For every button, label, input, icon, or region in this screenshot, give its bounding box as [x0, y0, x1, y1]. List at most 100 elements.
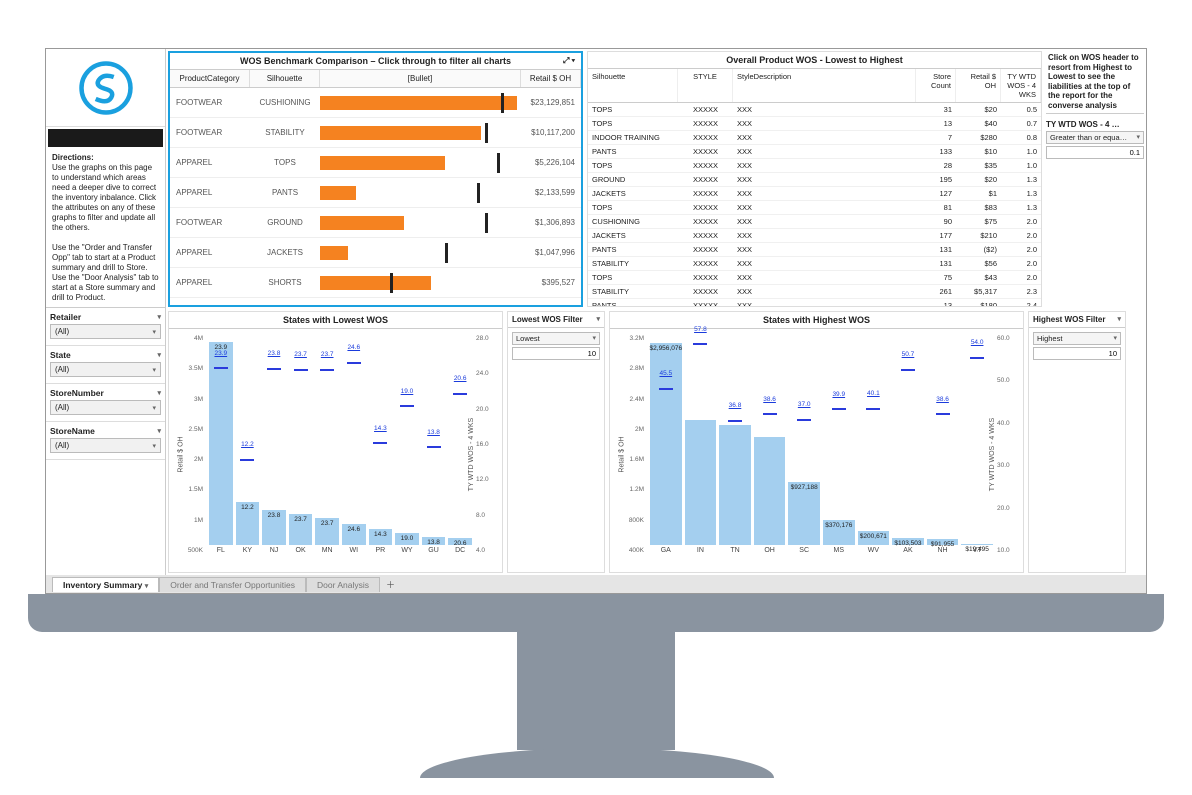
filter-storename-select[interactable]: (All)▾	[50, 438, 161, 453]
sheet-tabs: Inventory Summary ▾ Order and Transfer O…	[46, 575, 1146, 593]
chart-bar[interactable]: 57.8 IN	[685, 335, 717, 554]
filter-retailer: Retailer▾ (All)▾	[46, 308, 165, 346]
low-ylabel-left: Retail $ OH	[178, 436, 185, 472]
benchmark-row[interactable]: APPAREL TOPS $5,226,104	[170, 148, 581, 178]
lowest-filter-input[interactable]	[512, 347, 600, 360]
col-sil[interactable]: Silhouette	[588, 69, 678, 102]
filter-storenumber: StoreNumber ▾ (All)▾	[46, 384, 165, 422]
col-silhouette[interactable]: Silhouette	[250, 70, 320, 87]
directions-text: Directions: Use the graphs on this page …	[46, 149, 165, 308]
table-row[interactable]: PANTS XXXXX XXX 131 ($2) 2.0	[588, 243, 1041, 257]
table-row[interactable]: TOPS XXXXX XXX 13 $40 0.7	[588, 117, 1041, 131]
high-chart-title: States with Highest WOS	[610, 312, 1023, 329]
low-chart-title: States with Lowest WOS	[169, 312, 502, 329]
chart-bar[interactable]: 14.3 14.3 PR	[369, 335, 393, 554]
chart-bar[interactable]: $2,956,076 45.5 GA	[650, 335, 682, 554]
benchmark-row[interactable]: FOOTWEAR STABILITY $10,117,200	[170, 118, 581, 148]
filter-storenumber-select[interactable]: (All)▾	[50, 400, 161, 415]
chevron-down-icon[interactable]: ▾	[1117, 315, 1121, 324]
col-style[interactable]: STYLE	[678, 69, 733, 102]
table-row[interactable]: TOPS XXXXX XXX 75 $43 2.0	[588, 271, 1041, 285]
chevron-down-icon[interactable]: ▾	[157, 313, 161, 321]
right-note-panel: Click on WOS header to resort from Highe…	[1046, 51, 1144, 307]
table-row[interactable]: STABILITY XXXXX XXX 131 $56 2.0	[588, 257, 1041, 271]
chart-bar[interactable]: 12.2 12.2 KY	[236, 335, 260, 554]
table-row[interactable]: JACKETS XXXXX XXX 127 $1 1.3	[588, 187, 1041, 201]
table-row[interactable]: PANTS XXXXX XXX 133 $10 1.0	[588, 145, 1041, 159]
highest-filter-title: Highest WOS Filter	[1033, 315, 1105, 324]
benchmark-title: WOS Benchmark Comparison – Click through…	[240, 56, 511, 66]
table-row[interactable]: GROUND XXXXX XXX 195 $20 1.3	[588, 173, 1041, 187]
chart-bar[interactable]: 23.7 23.7 OK	[289, 335, 313, 554]
chart-bar[interactable]: $200,671 40.1 WV	[858, 335, 890, 554]
brand-logo	[46, 49, 165, 127]
chart-bar[interactable]: 13.8 13.8 GU	[422, 335, 446, 554]
filter-storename: StoreName ▾ (All)▾	[46, 422, 165, 460]
chart-bar[interactable]: 20.6 20.6 DC	[448, 335, 472, 554]
table-row[interactable]: TOPS XXXXX XXX 31 $20 0.5	[588, 103, 1041, 117]
chart-bar[interactable]: 23.7 23.7 MN	[315, 335, 339, 554]
chevron-down-icon[interactable]: ▾	[157, 427, 161, 435]
chart-bar[interactable]: 23.8 23.8 NJ	[262, 335, 286, 554]
directions-p2: Use the "Order and Transfer Opp" tab to …	[52, 243, 159, 302]
benchmark-row[interactable]: FOOTWEAR CUSHIONING $23,129,851	[170, 88, 581, 118]
chart-bar[interactable]: 23.9 23.9 FL	[209, 335, 233, 554]
directions-p1: Use the graphs on this page to understan…	[52, 163, 156, 232]
filter-state-label: State	[50, 350, 71, 360]
add-tab-button[interactable]: ＋	[380, 576, 401, 593]
benchmark-row[interactable]: APPAREL SHORTS $395,527	[170, 268, 581, 298]
filter-retailer-select[interactable]: (All)▾	[50, 324, 161, 339]
maximize-icon[interactable]: ⤢ ▾	[563, 56, 575, 66]
tab-door-analysis[interactable]: Door Analysis	[306, 577, 380, 592]
wos-table-title: Overall Product WOS - Lowest to Highest	[588, 52, 1041, 69]
lowest-wos-filter: Lowest WOS Filter ▾ Lowest▾	[507, 311, 605, 573]
directions-title: Directions:	[52, 153, 94, 162]
left-sidebar: Directions: Use the graphs on this page …	[46, 49, 166, 575]
highest-filter-select[interactable]: Highest▾	[1033, 332, 1121, 345]
benchmark-row[interactable]: APPAREL JACKETS $1,047,996	[170, 238, 581, 268]
wos-table-panel: Overall Product WOS - Lowest to Highest …	[587, 51, 1042, 307]
chart-bar[interactable]: $927,188 37.0 SC	[788, 335, 820, 554]
main-content: WOS Benchmark Comparison – Click through…	[166, 49, 1146, 575]
chart-bar[interactable]: 24.6 24.6 WI	[342, 335, 366, 554]
highest-filter-input[interactable]	[1033, 347, 1121, 360]
filter-state-select[interactable]: (All)▾	[50, 362, 161, 377]
col-retailoh[interactable]: Retail $ OH	[956, 69, 1001, 102]
col-bullet[interactable]: [Bullet]	[320, 70, 521, 87]
high-wos-chart: States with Highest WOS 3.2M2.8M2.4M2M1.…	[609, 311, 1024, 573]
chart-bar[interactable]: 19.0 19.0 WY	[395, 335, 419, 554]
tab-inventory-summary[interactable]: Inventory Summary ▾	[52, 577, 159, 592]
table-row[interactable]: TOPS XXXXX XXX 28 $35 1.0	[588, 159, 1041, 173]
col-desc[interactable]: StyleDescription	[733, 69, 916, 102]
high-ylabel-left: Retail $ OH	[619, 436, 626, 472]
table-row[interactable]: PANTS XXXXX XXX 13 $180 2.4	[588, 299, 1041, 306]
chart-bar[interactable]: 36.8 TN	[719, 335, 751, 554]
chart-bar[interactable]: $91,955 38.6 NH	[927, 335, 959, 554]
table-row[interactable]: STABILITY XXXXX XXX 261 $5,317 2.3	[588, 285, 1041, 299]
col-retail-oh[interactable]: Retail $ OH	[521, 70, 581, 87]
tab-order-transfer[interactable]: Order and Transfer Opportunities	[159, 577, 306, 592]
filter-storename-label: StoreName	[50, 426, 95, 436]
chevron-down-icon[interactable]: ▾	[157, 389, 161, 397]
wos-value-input[interactable]	[1046, 146, 1144, 159]
lowest-filter-select[interactable]: Lowest▾	[512, 332, 600, 345]
filter-storenumber-label: StoreNumber	[50, 388, 104, 398]
table-row[interactable]: JACKETS XXXXX XXX 177 $210 2.0	[588, 229, 1041, 243]
wos-operator-select[interactable]: Greater than or equa…▾	[1046, 131, 1144, 144]
chart-bar[interactable]: $103,503 50.7 AK	[892, 335, 924, 554]
chart-bar[interactable]: $370,176 39.9 MS	[823, 335, 855, 554]
chevron-down-icon[interactable]: ▾	[596, 315, 600, 324]
col-wos[interactable]: TY WTD WOS - 4 WKS	[1001, 69, 1041, 102]
col-productcategory[interactable]: ProductCategory	[170, 70, 250, 87]
table-row[interactable]: CUSHIONING XXXXX XXX 90 $75 2.0	[588, 215, 1041, 229]
benchmark-panel: WOS Benchmark Comparison – Click through…	[168, 51, 583, 307]
col-storecount[interactable]: Store Count	[916, 69, 956, 102]
chevron-down-icon[interactable]: ▾	[157, 351, 161, 359]
benchmark-row[interactable]: FOOTWEAR GROUND $1,306,893	[170, 208, 581, 238]
chart-bar[interactable]: $19,495 54.0 VT	[961, 335, 993, 554]
chart-bar[interactable]: 38.6 OH	[754, 335, 786, 554]
benchmark-row[interactable]: APPAREL PANTS $2,133,599	[170, 178, 581, 208]
table-row[interactable]: TOPS XXXXX XXX 81 $83 1.3	[588, 201, 1041, 215]
lowest-filter-title: Lowest WOS Filter	[512, 315, 583, 324]
table-row[interactable]: INDOOR TRAINING XXXXX XXX 7 $280 0.8	[588, 131, 1041, 145]
